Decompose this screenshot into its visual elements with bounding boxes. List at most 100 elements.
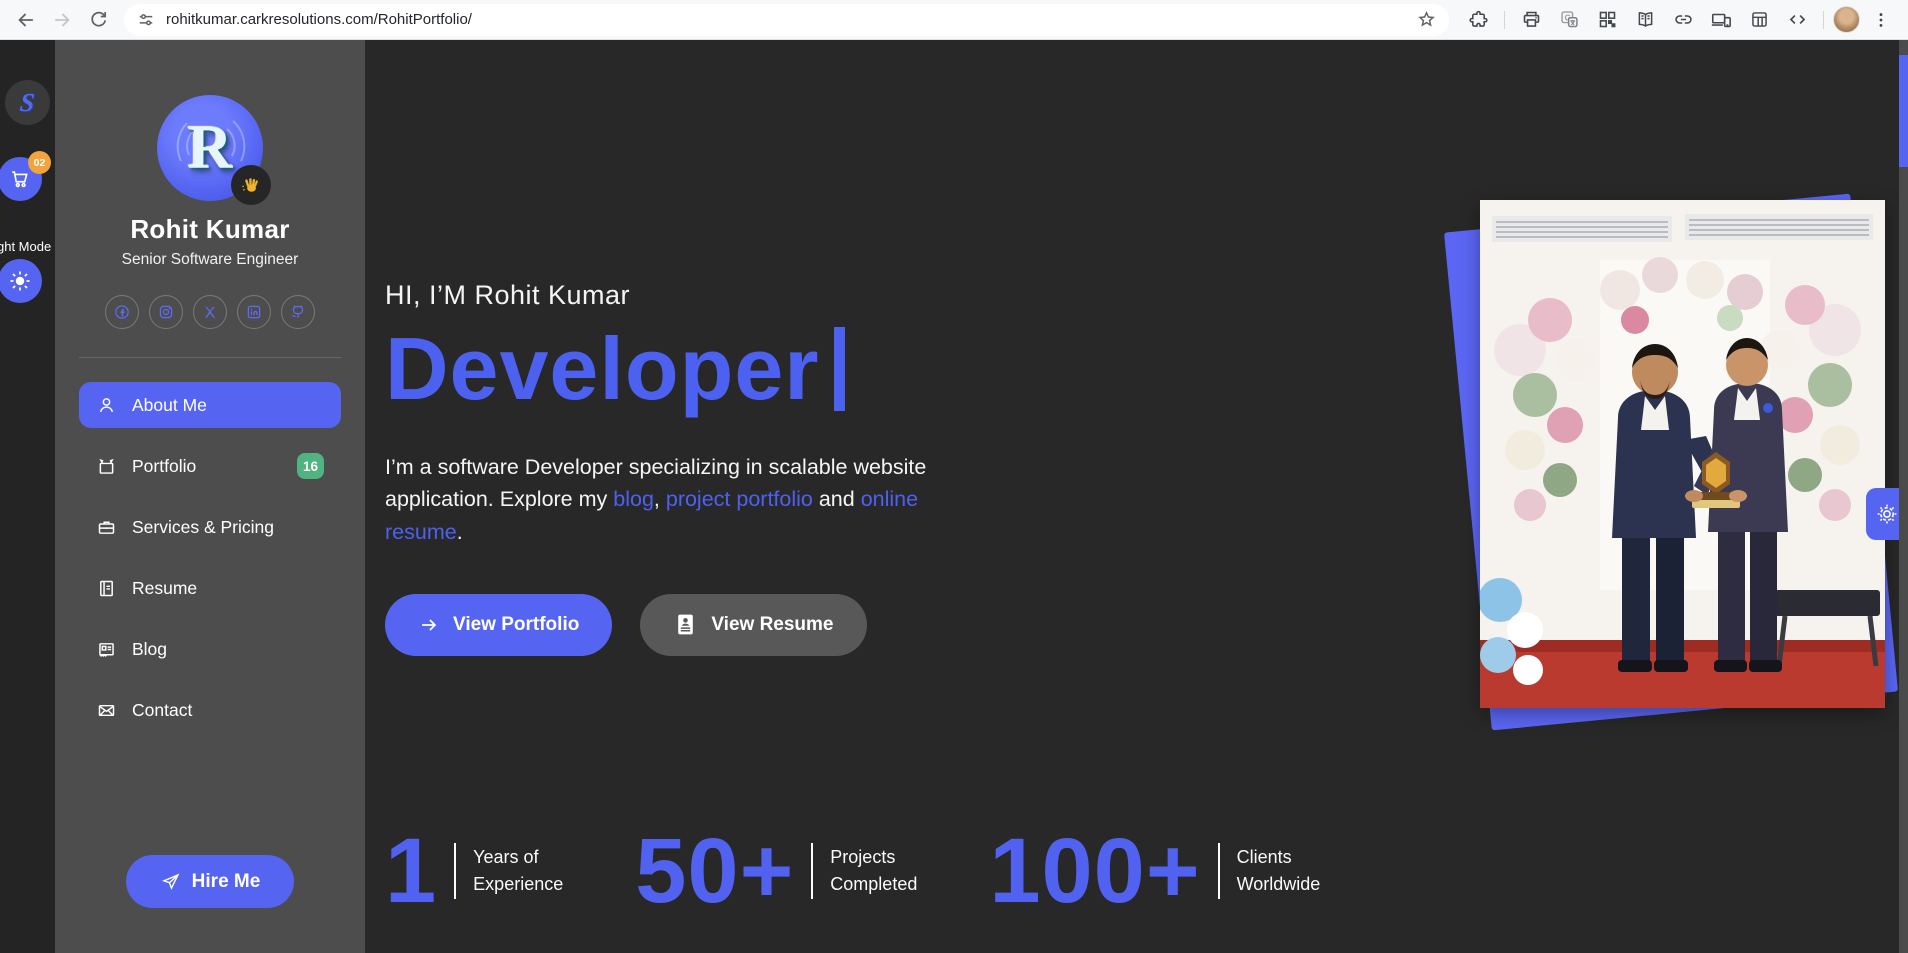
stat-label: Projects Completed <box>830 844 917 898</box>
light-mode-button[interactable] <box>0 259 42 303</box>
translate-icon[interactable]: G <box>1552 3 1586 37</box>
scrollbar-thumb[interactable] <box>1899 55 1908 167</box>
url-text[interactable]: rohitkumar.carkresolutions.com/RohitPort… <box>166 11 1416 28</box>
edge-strip: S 02 ght Mode <box>0 40 55 953</box>
sidebar: R Rohit Kumar Senior Software Engineer <box>55 40 365 953</box>
blog-link[interactable]: blog <box>613 487 654 511</box>
reload-button[interactable] <box>82 4 114 36</box>
toolbar-separator <box>1504 11 1505 29</box>
sidebar-item-label: About Me <box>132 395 207 416</box>
bookmark-star-icon[interactable] <box>1416 9 1437 30</box>
briefcase-icon <box>96 517 117 538</box>
envelope-icon <box>96 700 117 721</box>
back-button[interactable] <box>10 4 42 36</box>
code-icon[interactable] <box>1780 3 1814 37</box>
profile-avatar[interactable] <box>1833 6 1860 33</box>
intro-text: and <box>813 487 861 511</box>
role-text: Developer <box>385 325 820 413</box>
brand-logo[interactable]: S <box>5 80 50 125</box>
portfolio-count-badge: 16 <box>297 453 324 479</box>
site-info-icon[interactable] <box>136 10 156 30</box>
stat-clients: 100+ Clients Worldwide <box>989 832 1320 910</box>
social-github-button[interactable] <box>281 295 315 329</box>
social-facebook-button[interactable] <box>105 295 139 329</box>
qr-grid-icon[interactable] <box>1590 3 1624 37</box>
view-resume-button[interactable]: View Resume <box>640 594 866 656</box>
hero-intro: I’m a software Developer specializing in… <box>385 451 975 548</box>
link-icon[interactable] <box>1666 3 1700 37</box>
table-icon[interactable] <box>1742 3 1776 37</box>
sidebar-item-label: Services & Pricing <box>132 517 274 538</box>
devices-icon[interactable] <box>1704 3 1738 37</box>
blog-icon <box>96 639 117 660</box>
sidebar-item-label: Portfolio <box>132 456 196 477</box>
reload-icon <box>88 9 109 30</box>
sidebar-item-portfolio[interactable]: Portfolio 16 <box>79 443 341 489</box>
stats-row: 1 Years of Experience 50+ Projects Compl… <box>385 832 1908 910</box>
divider <box>79 357 341 358</box>
extensions-icon[interactable] <box>1461 3 1495 37</box>
sidebar-item-resume[interactable]: Resume <box>79 565 341 611</box>
page: S 02 ght Mode R <box>0 40 1908 953</box>
intro-text: . <box>457 520 463 544</box>
typing-cursor <box>834 327 845 411</box>
social-instagram-button[interactable] <box>149 295 183 329</box>
stat-value: 100+ <box>989 832 1200 910</box>
social-links <box>105 295 315 329</box>
waving-hand-icon <box>240 174 262 196</box>
project-portfolio-link[interactable]: project portfolio <box>666 487 813 511</box>
menu-dots-icon[interactable] <box>1864 3 1898 37</box>
sidebar-item-label: Blog <box>132 639 167 660</box>
stat-projects: 50+ Projects Completed <box>635 832 917 910</box>
browser-toolbar: rohitkumar.carkresolutions.com/RohitPort… <box>0 0 1908 40</box>
stat-value: 50+ <box>635 832 794 910</box>
stat-divider <box>454 843 456 899</box>
sidebar-item-about-me[interactable]: About Me <box>79 382 341 428</box>
social-x-button[interactable] <box>193 295 227 329</box>
profile-photo: R <box>157 95 263 201</box>
profile-title: Senior Software Engineer <box>122 251 299 269</box>
light-mode-label: ght Mode <box>0 239 53 254</box>
instagram-icon <box>157 303 175 321</box>
print-icon[interactable] <box>1514 3 1548 37</box>
forward-button[interactable] <box>46 4 78 36</box>
sidebar-item-label: Resume <box>132 578 197 599</box>
award-photo-image <box>1480 200 1885 708</box>
main-content: HI, I’M Rohit Kumar Developer I’m a soft… <box>365 40 1908 953</box>
view-portfolio-label: View Portfolio <box>453 614 579 636</box>
logo-letter: R <box>188 113 233 184</box>
profile-name: Rohit Kumar <box>130 214 289 245</box>
arrow-right-icon <box>418 614 440 636</box>
gear-icon <box>1875 502 1899 526</box>
cart-widget: 02 <box>0 157 54 207</box>
stat-experience: 1 Years of Experience <box>385 832 563 910</box>
forward-icon <box>51 9 73 31</box>
hero-photo <box>1475 190 1905 740</box>
stat-label: Years of Experience <box>473 844 563 898</box>
stat-value: 1 <box>385 832 437 910</box>
social-linkedin-button[interactable] <box>237 295 271 329</box>
resume-icon <box>96 578 117 599</box>
wave-emoji-badge <box>231 165 271 205</box>
sidebar-menu: About Me Portfolio 16 Services & Pricing… <box>79 382 341 733</box>
send-icon <box>160 871 181 892</box>
address-bar[interactable]: rohitkumar.carkresolutions.com/RohitPort… <box>124 4 1449 36</box>
intro-text: , <box>654 487 666 511</box>
open-box-icon <box>96 456 117 477</box>
sidebar-item-services-pricing[interactable]: Services & Pricing <box>79 504 341 550</box>
stat-divider <box>1218 843 1220 899</box>
reading-list-icon[interactable] <box>1628 3 1662 37</box>
sun-icon <box>8 269 32 293</box>
view-resume-label: View Resume <box>711 614 833 636</box>
facebook-icon <box>113 303 131 321</box>
stat-divider <box>811 843 813 899</box>
sidebar-item-label: Contact <box>132 700 192 721</box>
x-twitter-icon <box>202 304 218 320</box>
hire-me-label: Hire Me <box>192 871 261 893</box>
view-portfolio-button[interactable]: View Portfolio <box>385 594 612 656</box>
stat-label: Clients Worldwide <box>1237 844 1321 898</box>
id-card-icon <box>673 612 698 637</box>
sidebar-item-contact[interactable]: Contact <box>79 687 341 733</box>
sidebar-item-blog[interactable]: Blog <box>79 626 341 672</box>
hire-me-button[interactable]: Hire Me <box>126 855 294 908</box>
